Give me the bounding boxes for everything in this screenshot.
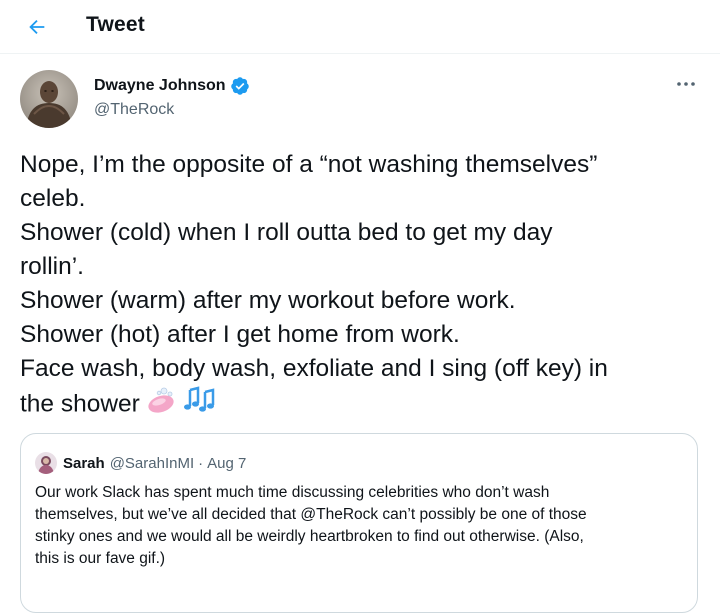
- quoted-text-line: Our work Slack has spent much time discu…: [35, 484, 550, 501]
- tweet-text-last-line: the shower: [20, 386, 700, 424]
- quoted-author-name: Sarah: [63, 454, 105, 472]
- author-info: Dwayne Johnson @TheRock: [94, 76, 250, 119]
- quoted-date: Aug 7: [207, 454, 247, 472]
- more-dots-icon: [677, 82, 695, 86]
- tweet-text-line: Face wash, body wash, exfoliate and I si…: [20, 355, 608, 382]
- quoted-avatar: [35, 452, 57, 474]
- tweet-text-line: Shower (warm) after my workout before wo…: [20, 287, 516, 314]
- header-bar: Tweet: [0, 0, 720, 54]
- quoted-tweet-header: Sarah @SarahInMI · Aug 7: [35, 452, 246, 474]
- page-title: Tweet: [86, 13, 145, 36]
- quoted-text-line: stinky ones and we would all be weirdly …: [35, 528, 584, 545]
- tweet-text: Nope, I’m the opposite of a “not washing…: [20, 148, 700, 424]
- soap-emoji: [146, 386, 176, 424]
- tweet-text-line: Shower (cold) when I roll outta bed to g…: [20, 219, 553, 246]
- tweet-text-line: celeb.: [20, 185, 86, 212]
- quoted-tweet-text: Our work Slack has spent much time discu…: [35, 482, 685, 570]
- arrow-left-icon: [29, 19, 45, 35]
- quoted-text-line: this is our fave gif.): [35, 550, 166, 567]
- quoted-author-handle: @SarahInMI: [109, 454, 195, 472]
- avatar-image: [20, 70, 78, 128]
- quoted-separator: ·: [198, 454, 204, 472]
- more-button[interactable]: [674, 76, 698, 92]
- verified-badge-icon: [230, 77, 249, 95]
- musical-notes-emoji: [182, 386, 216, 424]
- tweet-text-line: Shower (hot) after I get home from work.: [20, 321, 460, 348]
- tweet-text-line: rollin’.: [20, 253, 84, 280]
- avatar[interactable]: [20, 70, 78, 128]
- quoted-tweet[interactable]: Sarah @SarahInMI · Aug 7 Our work Slack …: [20, 433, 698, 613]
- tweet-text-line: Nope, I’m the opposite of a “not washing…: [20, 151, 598, 178]
- author-name[interactable]: Dwayne Johnson: [94, 77, 226, 95]
- tweet-text-line: the shower: [20, 390, 140, 418]
- quoted-text-line: themselves, but we’ve all decided that @…: [35, 506, 587, 523]
- back-button[interactable]: [20, 10, 54, 44]
- author-handle[interactable]: @TheRock: [94, 101, 250, 119]
